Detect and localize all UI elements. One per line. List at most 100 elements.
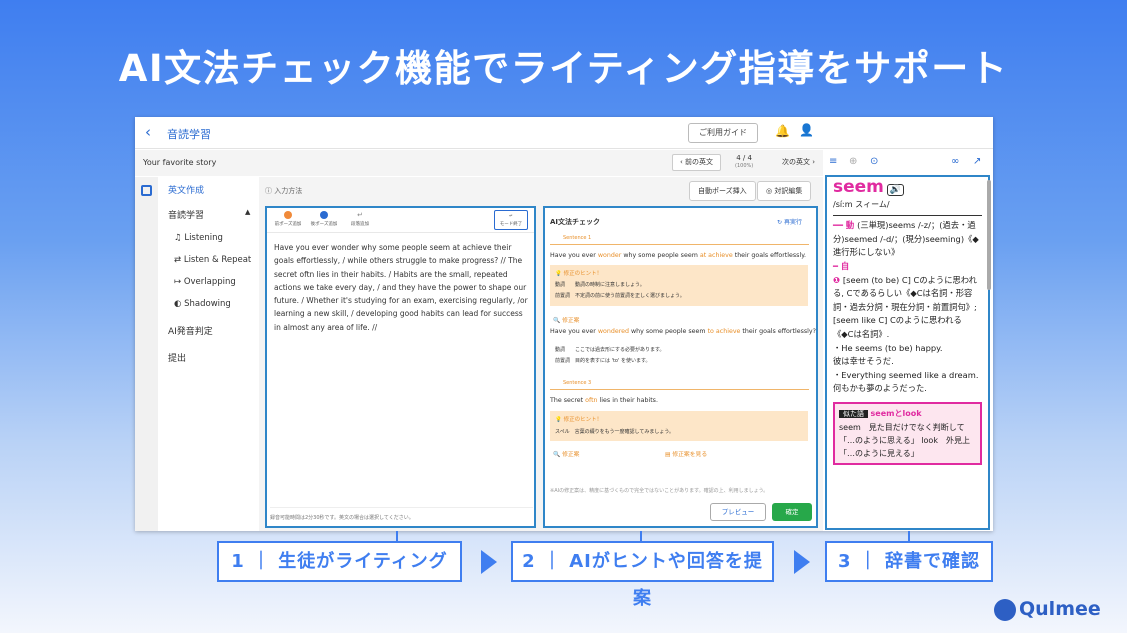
- chevron-up-icon[interactable]: ▲: [245, 208, 250, 216]
- pronunciation: /síːm スィーム/: [833, 199, 890, 209]
- sidebar-item-overlapping[interactable]: ↦ Overlapping: [174, 277, 236, 287]
- overlapping-label: Overlapping: [183, 277, 236, 287]
- essay-editor[interactable]: 前ポーズ追加 後ポーズ追加 ↵ 段落追加 ↵ モード終了 Have you ever…: [265, 206, 536, 528]
- app-window: ‹ 音読学習 ご利用ガイド 🔔 👤 Your favorite story ‹ …: [135, 117, 993, 531]
- add-icon[interactable]: ⊕: [849, 156, 857, 167]
- speaker-icon[interactable]: 🔊: [886, 184, 904, 196]
- top-bar: ‹ 音読学習 ご利用ガイド 🔔 👤: [135, 117, 993, 149]
- grammar-check-panel: AI文法チェック ↻ 再実行 Sentence 1 Have you ever …: [543, 206, 818, 528]
- story-bar: Your favorite story ‹ 前の英文 4 / 4 (100%) 次…: [135, 150, 823, 176]
- pause-icon: [320, 211, 328, 219]
- pager-percent: (100%): [735, 163, 754, 169]
- add-post-pause-button[interactable]: 後ポーズ追加: [307, 211, 341, 227]
- arrow-right-icon: [794, 550, 810, 574]
- download-icon[interactable]: ⊙: [870, 156, 878, 167]
- sidebar-item-ai-pronunciation[interactable]: AI発音判定: [168, 324, 213, 337]
- essay-text[interactable]: Have you ever wonder why some people see…: [274, 241, 530, 334]
- add-paragraph-button[interactable]: ↵ 段落追加: [343, 211, 377, 227]
- fix-label[interactable]: 🔍 修正案: [553, 449, 579, 458]
- translation-edit-button[interactable]: ◎ 対訳編集: [757, 181, 812, 201]
- recording-note: 録音可能時間は2分30秒です。英文の場合は選択してください。: [270, 507, 533, 521]
- editor-toolbar: 前ポーズ追加 後ポーズ追加 ↵ 段落追加 ↵ モード終了: [267, 208, 534, 233]
- add-post-pause-label: 後ポーズ追加: [310, 222, 338, 227]
- example-2-ja: 何もかも夢のようだった.: [833, 383, 927, 394]
- list-icon[interactable]: ≡: [829, 156, 837, 167]
- sidebar: 英文作成 音読学習 ▲ ♫ Listening ⇄ Listen & Repea…: [158, 177, 259, 531]
- headword: seem: [833, 177, 884, 197]
- sidebar-toggle[interactable]: [135, 177, 158, 531]
- dictionary-panel: ≡ ⊕ ⊙ ∞ ↗ seem 🔊 /síːm スィーム/ ━━ 動 (三単現)s…: [823, 150, 993, 531]
- original-sentence-3: The secret oftn lies in their habits.: [550, 397, 658, 404]
- sidebar-item-listening[interactable]: ♫ Listening: [174, 233, 223, 243]
- similar-words-box: 似た語 seemとlook seem 見た目だけでなく判断して「…のように思える…: [833, 401, 982, 465]
- sentence-label: Sentence 3: [560, 380, 595, 386]
- scrollbar[interactable]: [987, 180, 991, 290]
- link-icon[interactable]: ∞: [951, 156, 959, 167]
- return-icon: ↵: [357, 211, 363, 219]
- hint-row: 動詞 動詞の時制に注意しましょう。: [555, 282, 645, 288]
- view-fix-button[interactable]: ▤ 修正案を見る: [665, 449, 707, 458]
- fix-label: 🔍 修正案: [553, 318, 580, 324]
- similar-words-tag: 似た語: [839, 409, 868, 418]
- hint-box: 💡 修正のヒント！ 動詞 動詞の時制に注意しましょう。 前置詞 不定詞の前に使う…: [550, 265, 808, 306]
- sentence-divider: Sentence 3: [550, 380, 809, 390]
- preview-button[interactable]: プレビュー: [710, 503, 766, 521]
- user-icon[interactable]: 👤: [799, 123, 814, 137]
- sense-1: ❶ [seem (to be) C] Cのように思われる, Cであるらしい《◆C…: [833, 274, 977, 339]
- rerun-label: 再実行: [783, 219, 802, 226]
- ai-disclaimer: ※AIの修正案は、精度に基づくもので完全ではないことがあります。確認の上、利用し…: [550, 488, 769, 494]
- sidebar-item-compose[interactable]: 英文作成: [168, 183, 204, 196]
- pager: 4 / 4 (100%): [735, 154, 753, 170]
- example-1-ja: 彼は幸せそうだ.: [833, 356, 894, 367]
- sidebar-item-listen-repeat[interactable]: ⇄ Listen & Repeat: [174, 255, 251, 265]
- add-pre-pause-label: 前ポーズ追加: [274, 222, 302, 227]
- guide-button[interactable]: ご利用ガイド: [688, 123, 758, 143]
- next-sentence-button[interactable]: 次の英文 ›: [775, 154, 822, 171]
- listening-label: Listening: [184, 233, 223, 243]
- sense-marker: ━ 自: [833, 260, 850, 271]
- panel-icon: [141, 185, 152, 196]
- hint-label: 💡 修正のヒント！: [555, 417, 603, 423]
- original-sentence-1: Have you ever wonder why some people see…: [550, 252, 807, 259]
- example-1-en: ・He seems (to be) happy.: [833, 342, 943, 353]
- translation-edit-label: 対訳編集: [774, 187, 803, 195]
- main-area: ⓘ 入力方法 自動ポーズ挿入 ◎ 対訳編集 前ポーズ追加 後ポーズ追加 ↵ 段落追…: [259, 177, 823, 531]
- mode-exit-label: モード終了: [499, 222, 523, 227]
- step-2-label: 2 ｜ AIがヒントや回答を提案: [511, 541, 774, 609]
- similar-words-title: seemとlook: [870, 408, 922, 418]
- confirm-button[interactable]: 確定: [772, 503, 812, 521]
- add-pre-pause-button[interactable]: 前ポーズ追加: [271, 211, 305, 227]
- shadowing-label: Shadowing: [184, 299, 231, 309]
- sidebar-item-reading[interactable]: 音読学習: [168, 208, 204, 221]
- auto-pause-button[interactable]: 自動ポーズ挿入: [689, 181, 756, 201]
- input-method-link[interactable]: ⓘ 入力方法: [265, 186, 302, 196]
- listen-repeat-label: Listen & Repeat: [183, 255, 252, 265]
- grammar-check-title: AI文法チェック: [550, 218, 601, 226]
- example-2-en: ・Everything seemed like a dream.: [833, 369, 979, 380]
- connector: [640, 531, 642, 541]
- dictionary-toolbar: ≡ ⊕ ⊙ ∞ ↗: [823, 150, 993, 175]
- input-method-label: 入力方法: [274, 187, 303, 195]
- fix-row: 動詞 ここでは過去形にする必要があります。: [555, 347, 665, 353]
- connector: [396, 531, 398, 541]
- brand-logo: Qulmee: [994, 598, 1101, 621]
- sidebar-item-submit[interactable]: 提出: [168, 351, 186, 364]
- step-3-label: 3 ｜ 辞書で確認: [825, 541, 993, 582]
- corrected-sentence-1: Have you ever wondered why some people s…: [550, 328, 816, 335]
- step-1-label: 1 ｜ 生徒がライティング: [217, 541, 462, 582]
- bell-icon[interactable]: 🔔: [775, 124, 790, 138]
- pause-icon: [284, 211, 292, 219]
- verb-tag: ━━ 動: [833, 220, 858, 231]
- external-link-icon[interactable]: ↗: [973, 156, 981, 167]
- prev-sentence-button[interactable]: ‹ 前の英文: [672, 154, 722, 171]
- rerun-button[interactable]: ↻ 再実行: [777, 217, 802, 226]
- mode-exit-button[interactable]: ↵ モード終了: [494, 210, 528, 230]
- arrow-right-icon: [481, 550, 497, 574]
- back-icon[interactable]: ‹: [145, 123, 151, 141]
- sentence-divider: Sentence 1: [550, 235, 809, 245]
- sidebar-item-shadowing[interactable]: ◐ Shadowing: [174, 299, 231, 309]
- hint-box: 💡 修正のヒント！ スペル 言葉の綴りをもう一度確認してみましょう。: [550, 411, 808, 441]
- fix-row: 前置詞 目的を表すには 'to' を使います。: [555, 358, 651, 364]
- pager-count: 4 / 4: [736, 154, 752, 162]
- story-title: Your favorite story: [143, 158, 217, 167]
